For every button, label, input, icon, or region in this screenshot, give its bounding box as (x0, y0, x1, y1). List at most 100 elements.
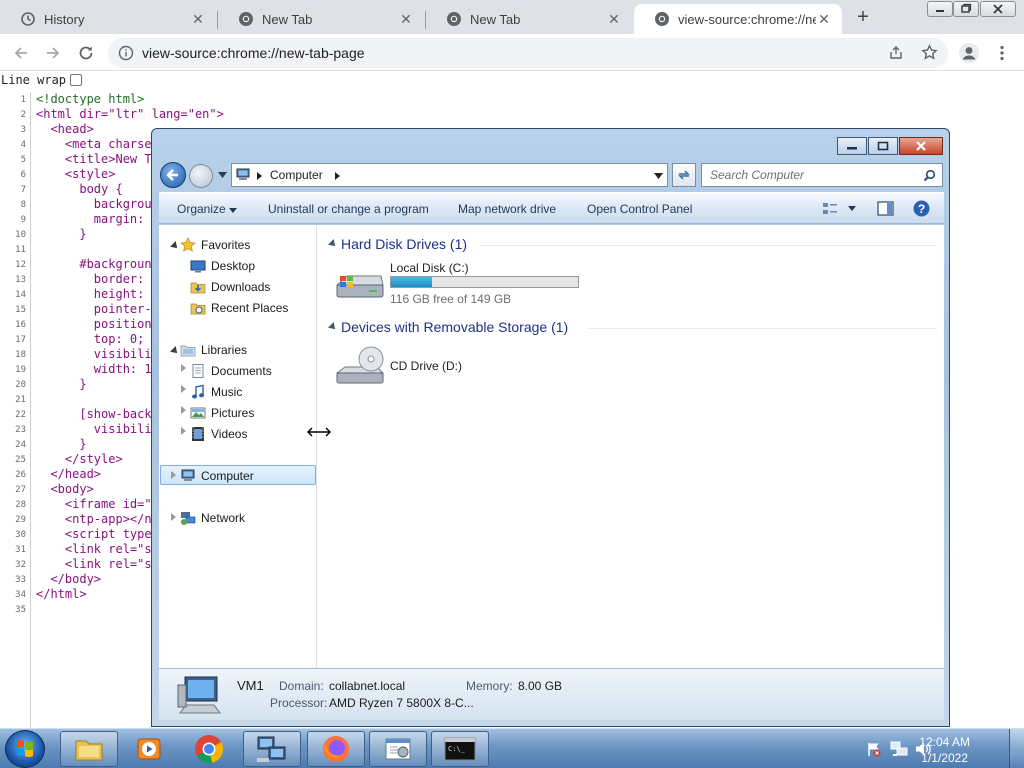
collapse-arrow-icon[interactable] (181, 364, 186, 372)
recent-pages-dropdown-icon[interactable] (218, 172, 227, 178)
taskbar-explorer[interactable] (60, 731, 118, 767)
group-collapse-icon[interactable] (328, 239, 338, 249)
explorer-back-button[interactable] (160, 162, 186, 188)
nav-favorites[interactable]: Favorites (180, 237, 250, 253)
explorer-forward-button[interactable] (189, 164, 213, 188)
nav-documents[interactable]: Documents (190, 363, 272, 379)
group-removable-storage[interactable]: Devices with Removable Storage (1) (341, 319, 568, 335)
action-center-flag-icon[interactable] (866, 741, 882, 757)
source-line: </body> (36, 572, 102, 586)
reload-icon (79, 46, 93, 60)
star-icon[interactable] (921, 44, 938, 61)
star-icon (180, 237, 196, 252)
forward-button[interactable] (40, 40, 66, 66)
address-dropdown-icon[interactable] (654, 173, 663, 179)
help-icon[interactable]: ? (913, 200, 930, 217)
nav-label: Music (211, 385, 243, 399)
network-status-icon[interactable] (890, 741, 908, 757)
maximize-icon (877, 141, 889, 151)
nav-label: Downloads (211, 280, 271, 294)
nav-recent-places[interactable]: Recent Places (190, 300, 288, 316)
group-collapse-icon[interactable] (328, 322, 338, 332)
map-network-drive-button[interactable]: Map network drive (458, 202, 556, 216)
reload-button[interactable] (73, 40, 99, 66)
organize-button[interactable]: Organize (177, 202, 238, 216)
nav-desktop[interactable]: Desktop (190, 258, 255, 274)
source-line: } (36, 227, 87, 241)
computer-icon (181, 469, 195, 481)
close-icon[interactable]: ✕ (816, 11, 832, 27)
line-wrap-control[interactable]: Line wrap (1, 73, 83, 87)
taskbar-firefox[interactable] (307, 731, 365, 767)
search-icon[interactable] (923, 169, 936, 182)
tab-new-tab[interactable]: New Tab ✕ (218, 4, 424, 34)
uninstall-program-button[interactable]: Uninstall or change a program (268, 202, 429, 216)
collapse-arrow-icon[interactable] (181, 385, 186, 393)
computer-icon (236, 168, 250, 180)
svg-text:C:\_: C:\_ (448, 745, 466, 753)
collapse-arrow-icon[interactable] (171, 513, 176, 521)
menu-button[interactable] (989, 40, 1015, 66)
view-options-dropdown-icon[interactable] (848, 206, 856, 211)
line-wrap-checkbox[interactable] (70, 74, 83, 86)
close-icon[interactable]: ✕ (190, 11, 206, 27)
group-hard-disk-drives[interactable]: Hard Disk Drives (1) (341, 236, 467, 252)
taskbar-chrome[interactable] (180, 731, 238, 767)
share-icon[interactable] (888, 45, 904, 61)
nav-pictures[interactable]: Pictures (190, 405, 254, 421)
back-button[interactable] (8, 40, 34, 66)
close-icon[interactable]: ✕ (398, 11, 414, 27)
close-window-button[interactable] (980, 1, 1016, 17)
explorer-minimize-button[interactable] (837, 137, 867, 155)
expand-arrow-icon[interactable] (170, 241, 180, 251)
nav-network[interactable]: Network (180, 510, 245, 526)
breadcrumb-arrow-icon[interactable] (257, 172, 262, 180)
show-desktop-button[interactable] (1009, 729, 1024, 768)
collapse-arrow-icon[interactable] (181, 427, 186, 435)
line-number: 20 (15, 380, 26, 390)
close-icon[interactable]: ✕ (606, 11, 622, 27)
change-view-icon[interactable] (822, 202, 838, 216)
new-tab-button[interactable]: + (852, 6, 874, 28)
minimize-button[interactable] (927, 1, 953, 17)
info-icon[interactable] (118, 45, 134, 61)
taskbar-control-panel[interactable] (369, 731, 427, 767)
taskbar-remote-desktop[interactable] (243, 731, 301, 767)
line-number: 17 (15, 335, 26, 345)
nav-libraries[interactable]: Libraries (180, 342, 247, 358)
explorer-close-button[interactable] (899, 137, 943, 155)
explorer-maximize-button[interactable] (868, 137, 898, 155)
open-control-panel-button[interactable]: Open Control Panel (587, 202, 692, 216)
breadcrumb-arrow-icon[interactable] (335, 172, 340, 180)
explorer-address-bar[interactable]: Computer (231, 163, 668, 187)
expand-arrow-icon[interactable] (170, 346, 180, 356)
taskbar-command-prompt[interactable]: C:\_ (431, 731, 489, 767)
address-bar[interactable]: view-source:chrome://new-tab-page (108, 38, 948, 68)
line-number: 30 (15, 530, 26, 540)
tab-view-source[interactable]: view-source:chrome://new-tab-page ✕ (634, 4, 842, 34)
source-line: body { (36, 182, 123, 196)
nav-music[interactable]: Music (190, 384, 242, 400)
restore-button[interactable] (953, 1, 979, 17)
line-number: 9 (20, 215, 26, 225)
line-number: 13 (15, 275, 26, 285)
explorer-search-input[interactable]: Search Computer (701, 163, 943, 187)
breadcrumb-computer[interactable]: Computer (270, 168, 323, 182)
minimize-icon (847, 147, 857, 150)
system-clock[interactable]: 12:04 AM 1/1/2022 (919, 734, 970, 766)
preview-pane-icon[interactable] (877, 201, 894, 216)
collapse-arrow-icon[interactable] (181, 406, 186, 414)
drive-local-disk-c[interactable]: Local Disk (C:) 116 GB free of 149 GB (335, 261, 585, 307)
tab-new-tab-2[interactable]: New Tab ✕ (426, 4, 632, 34)
tab-history[interactable]: History ✕ (0, 4, 216, 34)
nav-downloads[interactable]: Downloads (190, 279, 270, 295)
profile-button[interactable] (956, 40, 982, 66)
explorer-refresh-button[interactable] (672, 163, 696, 187)
taskbar-media-player[interactable] (121, 731, 179, 767)
collapse-arrow-icon[interactable] (171, 471, 176, 479)
drive-cd-d[interactable]: CD Drive (D:) (335, 343, 535, 391)
firefox-icon (323, 736, 349, 762)
start-button[interactable] (5, 730, 45, 768)
nav-computer[interactable]: Computer (180, 468, 254, 484)
nav-videos[interactable]: Videos (190, 426, 247, 442)
